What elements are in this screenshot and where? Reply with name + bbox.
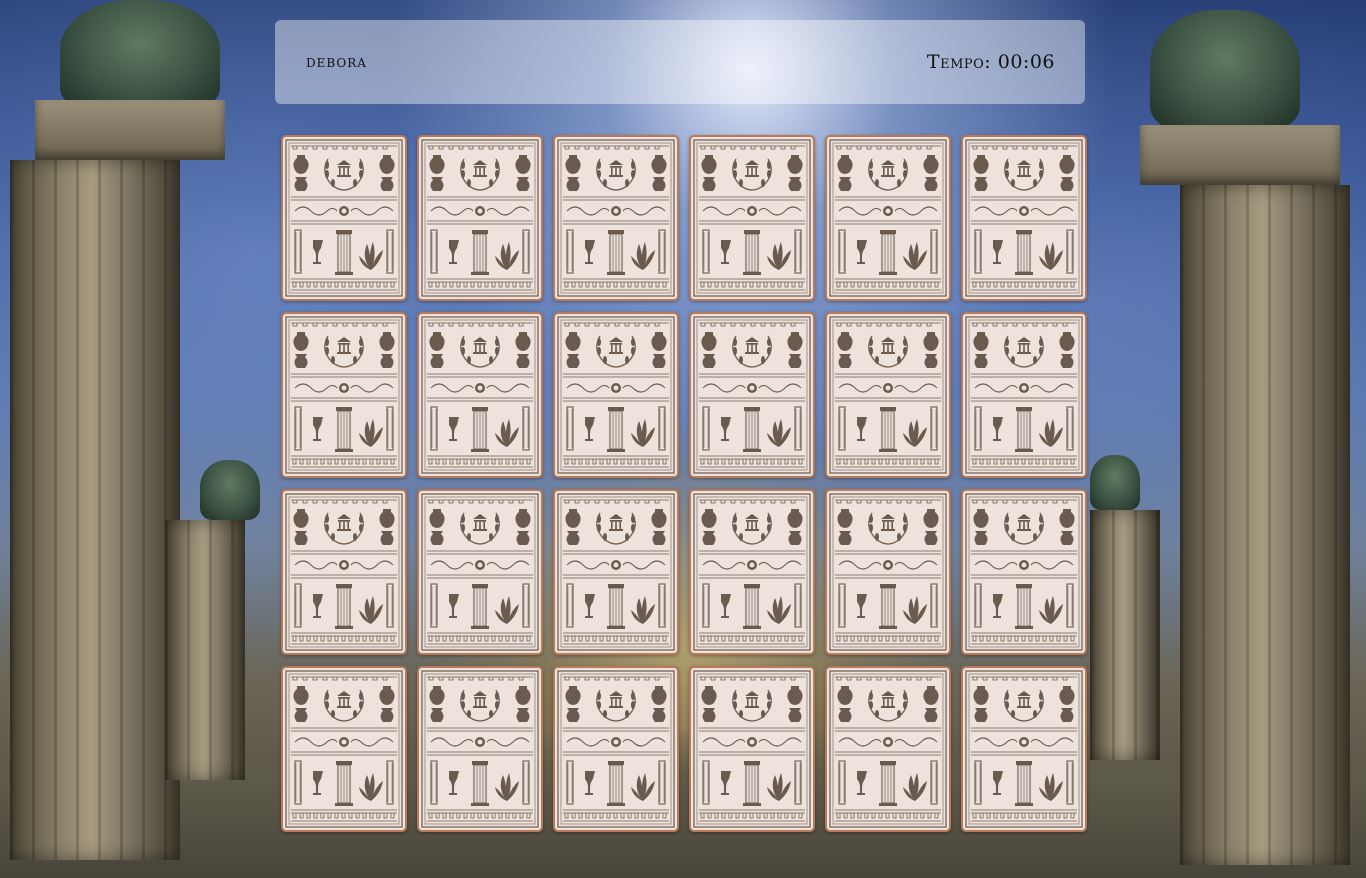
greek-pattern-card-back-icon <box>829 493 947 651</box>
small-left-statue <box>200 460 260 520</box>
greek-pattern-card-back-icon <box>557 670 675 828</box>
memory-card[interactable] <box>553 666 679 832</box>
greek-pattern-card-back-icon <box>693 139 811 297</box>
greek-pattern-card-back-icon <box>965 493 1083 651</box>
timer-value: 00:06 <box>997 51 1055 73</box>
small-right-statue <box>1090 455 1140 510</box>
memory-card[interactable] <box>689 666 815 832</box>
memory-card[interactable] <box>689 312 815 478</box>
right-statue <box>1150 10 1300 130</box>
memory-card[interactable] <box>961 135 1087 301</box>
greek-pattern-card-back-icon <box>965 139 1083 297</box>
greek-pattern-card-back-icon <box>285 670 403 828</box>
greek-pattern-card-back-icon <box>557 316 675 474</box>
small-left-pillar <box>165 520 245 780</box>
memory-card[interactable] <box>689 489 815 655</box>
memory-card[interactable] <box>281 666 407 832</box>
right-pillar <box>1180 185 1350 865</box>
timer: Tempo: 00:06 <box>927 51 1055 73</box>
left-pillar-capital <box>35 100 225 160</box>
memory-card[interactable] <box>961 489 1087 655</box>
greek-pattern-card-back-icon <box>693 316 811 474</box>
card-grid <box>281 135 1087 832</box>
memory-card[interactable] <box>553 489 679 655</box>
player-name: debora <box>306 52 367 72</box>
memory-card[interactable] <box>281 312 407 478</box>
greek-pattern-card-back-icon <box>421 493 539 651</box>
greek-pattern-card-back-icon <box>285 316 403 474</box>
memory-card[interactable] <box>825 666 951 832</box>
left-statue <box>60 0 220 110</box>
greek-pattern-card-back-icon <box>285 493 403 651</box>
greek-pattern-card-back-icon <box>693 493 811 651</box>
greek-pattern-card-back-icon <box>965 316 1083 474</box>
memory-card[interactable] <box>689 135 815 301</box>
memory-card[interactable] <box>961 666 1087 832</box>
game-header: debora Tempo: 00:06 <box>275 20 1085 104</box>
right-pillar-capital <box>1140 125 1340 185</box>
memory-card[interactable] <box>281 489 407 655</box>
memory-card[interactable] <box>281 135 407 301</box>
memory-card[interactable] <box>417 312 543 478</box>
memory-card[interactable] <box>553 312 679 478</box>
greek-pattern-card-back-icon <box>421 670 539 828</box>
memory-card[interactable] <box>417 135 543 301</box>
small-right-pillar <box>1090 510 1160 760</box>
memory-card[interactable] <box>417 489 543 655</box>
greek-pattern-card-back-icon <box>829 670 947 828</box>
memory-card[interactable] <box>825 312 951 478</box>
greek-pattern-card-back-icon <box>421 316 539 474</box>
greek-pattern-card-back-icon <box>829 316 947 474</box>
memory-card[interactable] <box>553 135 679 301</box>
greek-pattern-card-back-icon <box>965 670 1083 828</box>
greek-pattern-card-back-icon <box>829 139 947 297</box>
memory-card[interactable] <box>961 312 1087 478</box>
left-pillar <box>10 160 180 860</box>
greek-pattern-card-back-icon <box>693 670 811 828</box>
greek-pattern-card-back-icon <box>421 139 539 297</box>
greek-pattern-card-back-icon <box>285 139 403 297</box>
memory-card[interactable] <box>825 135 951 301</box>
greek-pattern-card-back-icon <box>557 493 675 651</box>
memory-card[interactable] <box>825 489 951 655</box>
timer-label: Tempo: <box>926 51 992 73</box>
greek-pattern-card-back-icon <box>557 139 675 297</box>
memory-card[interactable] <box>417 666 543 832</box>
